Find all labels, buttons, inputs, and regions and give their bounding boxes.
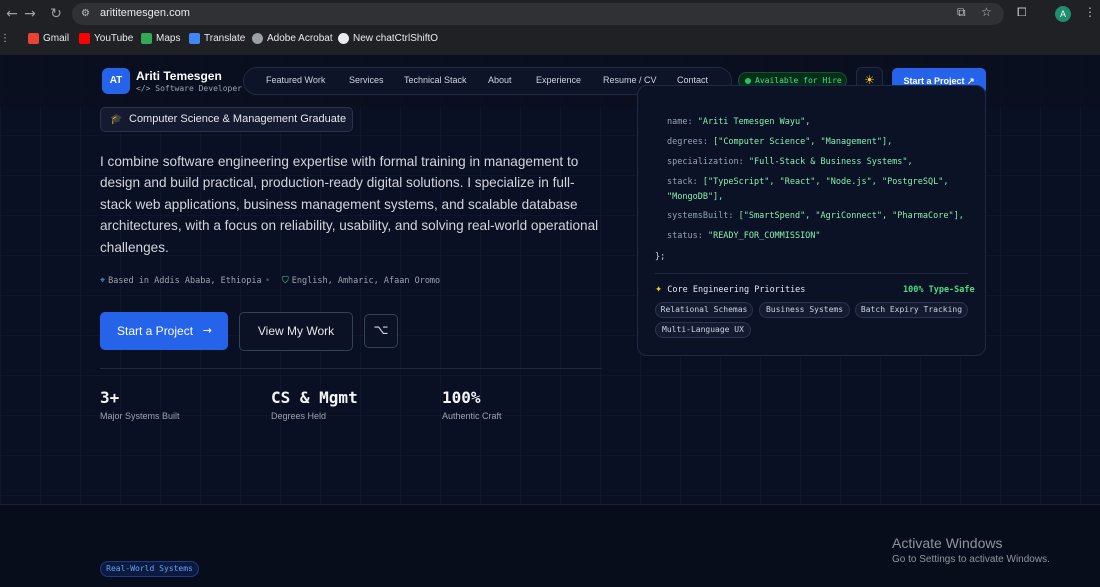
windows-activation-watermark: Activate Windows Go to Settings to activ… <box>892 535 1050 565</box>
back-icon[interactable]: ← <box>4 6 20 22</box>
stat-value-craft: 100% <box>442 388 481 407</box>
stats-divider <box>100 368 602 369</box>
address-row: ← → ↻ ⚙ arititemesgen.com ⧉ ☆ ⧠ A ⋮ <box>0 0 1100 29</box>
card-divider <box>655 273 968 274</box>
code-line-stack-cont: "MongoDB"], <box>667 192 724 202</box>
bookmark-translate[interactable]: Translate <box>189 33 245 44</box>
nav-featured-work[interactable]: Featured Work <box>266 75 325 85</box>
bookmark-youtube[interactable]: YouTube <box>79 33 133 44</box>
watermark-subtitle: Go to Settings to activate Windows. <box>892 554 1050 565</box>
code-line-degrees: degrees: ["Computer Science", "Managemen… <box>667 137 893 147</box>
nav-services[interactable]: Services <box>349 75 384 85</box>
start-project-button[interactable]: Start a Project → <box>100 312 228 350</box>
forward-icon[interactable]: → <box>22 6 38 22</box>
github-icon[interactable]: ⌥ <box>364 314 398 348</box>
priorities-title: ✦ Core Engineering Priorities <box>655 285 806 295</box>
address-bar[interactable]: ⚙ arititemesgen.com <box>72 3 1004 25</box>
view-work-button[interactable]: View My Work <box>239 312 353 351</box>
code-line-status: status: "READY_FOR_COMMISSION" <box>667 231 821 241</box>
stat-value-systems: 3+ <box>100 388 120 407</box>
page: AT Ariti Temesgen </> Software Developer… <box>0 55 1100 587</box>
spark-icon: ✦ <box>655 285 663 295</box>
type-safe-label: 100% Type-Safe <box>903 285 975 295</box>
nav-experience[interactable]: Experience <box>536 75 581 85</box>
url-text[interactable]: arititemesgen.com <box>100 7 190 19</box>
translate-icon <box>189 33 200 44</box>
site-info-icon[interactable]: ⚙ <box>81 7 94 20</box>
bookmark-star-icon[interactable]: ☆ <box>981 5 992 19</box>
tag-relational-schemas: Relational Schemas <box>655 302 753 318</box>
profile-avatar[interactable]: A <box>1055 6 1071 22</box>
tag-multi-language: Multi-Language UX <box>655 322 751 338</box>
meta-separator: • <box>265 276 271 286</box>
bookmark-maps[interactable]: Maps <box>141 33 180 44</box>
apps-grid-icon[interactable]: ⋮ <box>0 33 10 44</box>
site-subtitle: </> Software Developer <box>136 84 242 93</box>
extensions-icon[interactable]: ⧠ <box>1017 5 1027 20</box>
languages-info: ⛉ English, Amharic, Afaan Oromo <box>282 276 441 286</box>
reload-icon[interactable]: ↻ <box>48 6 64 22</box>
shield-check-icon: ⛉ <box>282 276 289 286</box>
real-world-systems-badge: Real-World Systems <box>100 561 199 577</box>
bookmark-new-chat[interactable]: New chatCtrlShiftO <box>338 33 438 44</box>
bookmark-gmail[interactable]: Gmail <box>28 33 69 44</box>
stat-label-systems: Major Systems Built <box>100 411 180 421</box>
menu-icon[interactable]: ⋮ <box>1084 5 1096 19</box>
maps-icon <box>141 33 152 44</box>
graduate-badge: 🎓 Computer Science & Management Graduate <box>100 107 353 132</box>
nav-about[interactable]: About <box>488 75 512 85</box>
bookmarks-bar: ⋮ Gmail YouTube Maps Translate Adobe Acr… <box>0 31 1100 51</box>
stat-label-craft: Authentic Craft <box>442 411 502 421</box>
location-info: ⌖ Based in Addis Ababa, Ethiopia <box>100 276 262 286</box>
bookmark-adobe-acrobat[interactable]: Adobe Acrobat <box>252 33 333 44</box>
arrow-right-icon: → <box>202 324 212 337</box>
stat-label-degrees: Degrees Held <box>271 411 327 421</box>
graduation-cap-icon: 🎓 <box>110 114 123 125</box>
code-line-stack: stack: ["TypeScript", "React", "Node.js"… <box>667 177 949 187</box>
tag-business-systems: Business Systems <box>759 302 850 318</box>
nav-contact[interactable]: Contact <box>677 75 708 85</box>
globe-icon <box>252 33 263 44</box>
location-pin-icon: ⌖ <box>100 276 106 286</box>
code-line-specialization: specialization: "Full-Stack & Business S… <box>667 157 913 167</box>
hero-intro: I combine software engineering expertise… <box>100 154 599 255</box>
browser-chrome: ← → ↻ ⚙ arititemesgen.com ⧉ ☆ ⧠ A ⋮ ⋮ Gm… <box>0 0 1100 55</box>
nav-resume[interactable]: Resume / CV <box>603 75 657 85</box>
code-line-name: name: "Ariti Temesgen Wayu", <box>667 117 811 127</box>
stat-value-degrees: CS & Mgmt <box>271 388 358 407</box>
nav-technical-stack[interactable]: Technical Stack <box>404 75 467 85</box>
gmail-icon <box>28 33 39 44</box>
status-dot-icon <box>745 78 751 84</box>
tag-batch-expiry: Batch Expiry Tracking <box>855 302 968 318</box>
chat-icon <box>338 33 349 44</box>
watermark-title: Activate Windows <box>892 535 1003 551</box>
youtube-icon <box>79 33 90 44</box>
logo-badge[interactable]: AT <box>102 68 130 94</box>
code-line-systems: systemsBuilt: ["SmartSpend", "AgriConnec… <box>667 211 964 221</box>
code-line-closing: }; <box>655 252 666 262</box>
install-app-icon[interactable]: ⧉ <box>957 5 966 20</box>
site-name[interactable]: Ariti Temesgen <box>136 69 222 83</box>
